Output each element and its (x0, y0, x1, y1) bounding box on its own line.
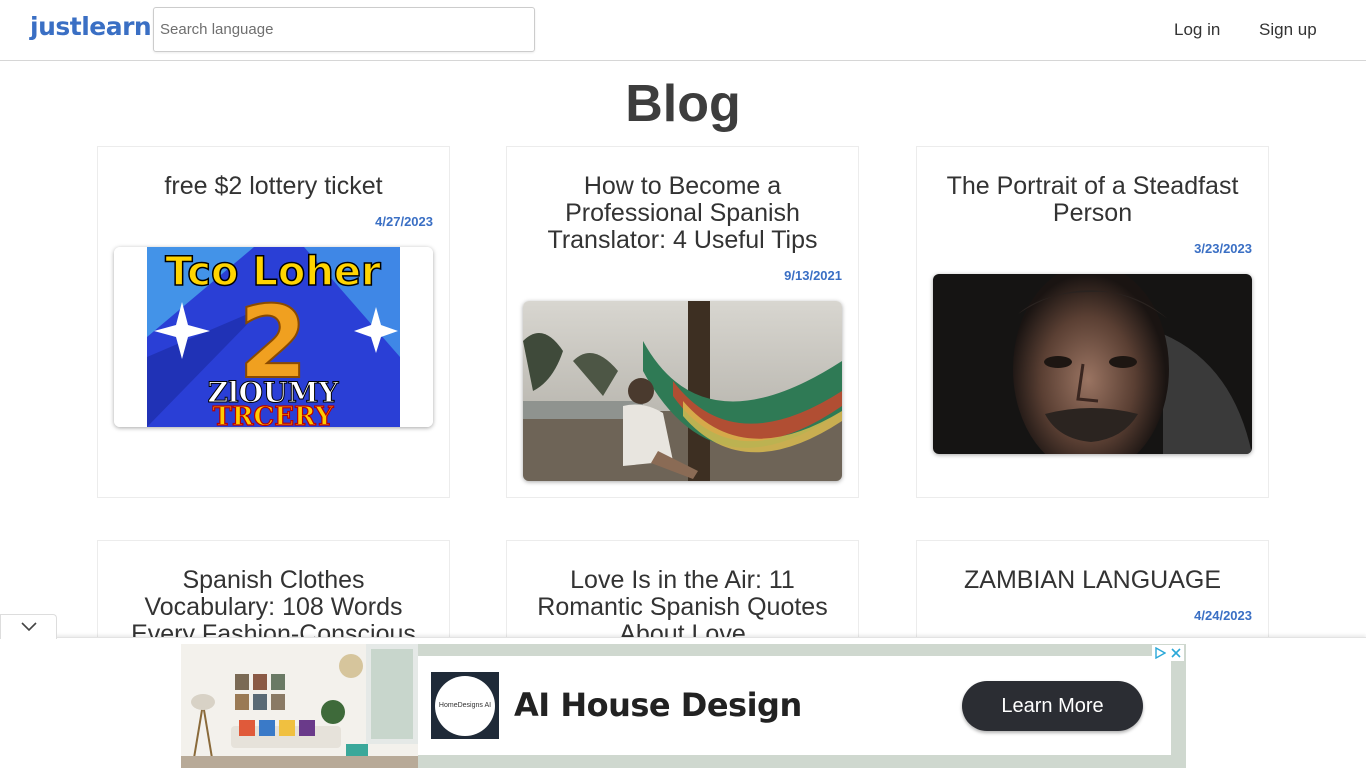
collapse-ad-button[interactable] (0, 614, 57, 639)
blog-card[interactable]: How to Become a Professional Spanish Tra… (506, 146, 859, 498)
ad-logo: HomeDesigns AI (431, 672, 499, 739)
blog-card[interactable]: The Portrait of a Steadfast Person 3/23/… (916, 146, 1269, 498)
blog-card-title[interactable]: The Portrait of a Steadfast Person (917, 147, 1268, 227)
close-icon[interactable] (1170, 647, 1182, 659)
blog-card-date: 4/24/2023 (1194, 608, 1252, 623)
learn-more-button[interactable]: Learn More (962, 681, 1143, 731)
blog-card-title[interactable]: Spanish Clothes Vocabulary: 108 Words Ev… (98, 541, 449, 648)
man-portrait-photo[interactable] (933, 274, 1252, 454)
blog-card[interactable]: free $2 lottery ticket 4/27/2023 Tco Loh… (97, 146, 450, 498)
blog-card-title[interactable]: ZAMBIAN LANGUAGE (917, 541, 1268, 594)
search-input[interactable] (153, 7, 535, 52)
lottery-ticket-image[interactable]: Tco Loher 2 ZlOUMY TRCERY (114, 247, 433, 427)
ad-content[interactable]: HomeDesigns AI AI House Design Learn Mor… (418, 656, 1171, 755)
logo[interactable]: justlearn (30, 12, 152, 41)
hammock-photo[interactable] (523, 301, 842, 481)
blog-card-date: 4/27/2023 (375, 214, 433, 229)
blog-card-title[interactable]: free $2 lottery ticket (98, 147, 449, 200)
login-link[interactable]: Log in (1174, 20, 1220, 40)
blog-card-date: 9/13/2021 (784, 268, 842, 283)
adchoices-icon[interactable] (1154, 647, 1166, 659)
blog-card-date: 3/23/2023 (1194, 241, 1252, 256)
ad-controls[interactable] (1152, 645, 1184, 661)
chevron-down-icon (20, 622, 37, 632)
ad-logo-text: HomeDesigns AI (435, 675, 495, 736)
lottery-image-text: TRCERY (213, 402, 334, 427)
ad-headline[interactable]: AI House Design (514, 686, 802, 724)
advertisement[interactable]: HomeDesigns AI AI House Design Learn Mor… (181, 644, 1186, 768)
signup-link[interactable]: Sign up (1259, 20, 1317, 40)
blog-card-title[interactable]: How to Become a Professional Spanish Tra… (507, 147, 858, 254)
site-header: justlearn Log in Sign up (0, 0, 1366, 61)
ad-room-image[interactable] (181, 644, 418, 768)
blog-card-title[interactable]: Love Is in the Air: 11 Romantic Spanish … (507, 541, 858, 648)
page-title: Blog (625, 75, 741, 133)
